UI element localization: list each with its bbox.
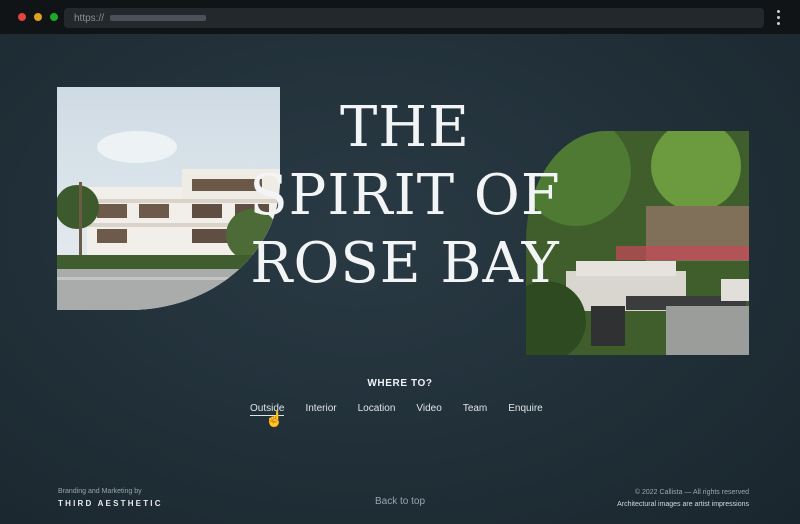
hero-headline: THE SPIRIT OF ROSE BAY [230, 94, 580, 298]
browser-menu-icon[interactable] [777, 10, 780, 25]
section-nav: Outside Interior Location Video Team Enq… [250, 403, 543, 416]
hero-line-3: ROSE BAY [250, 231, 560, 296]
hero-line-2: SPIRIT OF [249, 163, 561, 228]
maximize-window-button[interactable] [50, 13, 58, 21]
url-text: https:// [74, 12, 105, 24]
close-window-button[interactable] [18, 13, 26, 21]
nav-heading: WHERE TO? [367, 378, 433, 389]
copyright-text: © 2022 Callista — All rights reserved [634, 489, 749, 496]
nav-link-location[interactable]: Location [358, 403, 396, 416]
landing-page: THE SPIRIT OF ROSE BAY WHERE TO? Outside… [0, 34, 800, 524]
minimize-window-button[interactable] [34, 13, 42, 21]
nav-link-team[interactable]: Team [463, 403, 487, 416]
credit-label: Branding and Marketing by [58, 488, 142, 495]
nav-link-video[interactable]: Video [416, 403, 441, 416]
nav-link-interior[interactable]: Interior [305, 403, 336, 416]
address-bar[interactable]: https:// [64, 8, 764, 28]
nav-link-enquire[interactable]: Enquire [508, 403, 542, 416]
url-redacted [110, 15, 207, 21]
disclaimer-text: Architectural images are artist impressi… [617, 501, 749, 508]
browser-chrome: https:// [0, 0, 800, 34]
hero-line-1: THE [339, 95, 471, 160]
window-controls [18, 13, 58, 21]
hand-cursor-icon: ☝ [265, 411, 284, 428]
